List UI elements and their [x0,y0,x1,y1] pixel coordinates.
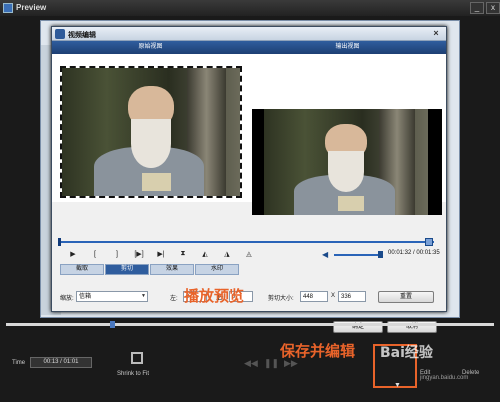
baidu-watermark-url: jingyan.baidu.com [420,375,469,381]
main-timeline[interactable] [6,323,494,326]
play-icon[interactable]: ▶ [62,250,84,258]
left-label: 左: [170,296,178,302]
crop-size-label: 剪切大小: [268,296,294,302]
trim-start-handle[interactable] [58,238,61,246]
flip-left-icon[interactable]: ◭ [194,250,216,258]
zoom-select[interactable]: 信箱 ▼ [76,291,148,302]
outer-window-title: Preview [16,3,47,12]
dialog-title: 视频编辑 [68,32,96,39]
time-label: Time [12,360,26,366]
pause-icon[interactable]: ❚❚ [264,358,279,369]
zoom-label: 缩放: [60,296,74,302]
crop-height-value: 336 [341,294,352,300]
volume-slider[interactable] [334,254,380,256]
source-view-label: 原始视图 [138,44,163,50]
minimize-button[interactable]: _ [470,2,484,14]
app-icon [3,3,13,13]
volume-knob[interactable] [378,251,383,258]
baidu-watermark: Bai经验 [380,345,433,361]
output-video-frame [252,109,442,215]
tab-capture[interactable]: 截取 [60,264,104,275]
video-edit-dialog: 视频编辑 × 原始视图 输出视图 ▶ [ ] [▶] ▶| ⧗ ◭ ◮ ◬ ◀ … [51,26,447,333]
playback-timecode: 00:01:32 / 00:01:35 [388,250,440,256]
volume-icon[interactable]: ◀ [322,250,328,259]
scrubber-track[interactable] [60,241,434,243]
crop-width-value: 448 [303,294,314,300]
chevron-down-icon[interactable]: ▼ [394,382,401,389]
view-headers: 原始视图 输出视图 [52,41,446,54]
tab-watermark[interactable]: 水印 [195,264,239,275]
play-selection-icon[interactable]: [▶] [128,250,150,258]
edit-tabs: 截取 剪切 效果 水印 [60,264,240,275]
hourglass-icon[interactable]: ⧗ [172,250,194,258]
outer-title-bar: Preview [0,0,500,16]
times-label: X [331,293,336,299]
annotation-save-and-edit: 保存并编辑 [280,342,356,360]
time-field: 00:13 / 01:01 [30,357,92,368]
zoom-value: 信箱 [79,294,92,300]
mark-out-icon[interactable]: ] [106,251,128,258]
chevron-down-icon: ▼ [141,293,146,299]
preview-area [52,54,446,215]
trim-scrubber[interactable] [52,238,446,246]
crop-height-input[interactable]: 336 [338,291,366,302]
dialog-title-bar: 视频编辑 × [52,27,446,41]
output-video-image [264,109,428,215]
reset-button[interactable]: 重置 [378,291,434,303]
close-button[interactable]: x [486,2,500,14]
flip-right-icon[interactable]: ◮ [216,250,238,258]
tab-crop[interactable]: 剪切 [105,264,149,275]
video-icon [55,29,65,39]
rotate-icon[interactable]: ◬ [238,250,260,258]
annotation-play-preview: 播放预览 [184,287,245,305]
output-view-label: 输出视图 [335,44,360,50]
shrink-to-fit-icon[interactable] [131,352,143,364]
previous-icon[interactable]: ◀◀ [244,358,258,369]
next-frame-icon[interactable]: ▶| [150,250,172,258]
source-video-frame[interactable] [60,66,242,198]
source-video-image [62,68,240,196]
crop-settings: 缩放: 信箱 ▼ 左: 0 上: 0 剪切大小: 448 X 336 重置 [60,291,440,303]
crop-width-input[interactable]: 448 [300,291,328,302]
mark-in-icon[interactable]: [ [84,251,106,258]
dialog-close-button[interactable]: × [430,28,442,39]
trim-end-handle[interactable] [425,238,433,246]
playback-controls: ▶ [ ] [▶] ▶| ⧗ ◭ ◮ ◬ ◀ 00:01:32 / 00:01:… [52,247,446,261]
tab-effects[interactable]: 效果 [150,264,194,275]
timeline-knob[interactable] [110,321,115,328]
shrink-to-fit-label[interactable]: Shrink to Fit [117,371,149,377]
